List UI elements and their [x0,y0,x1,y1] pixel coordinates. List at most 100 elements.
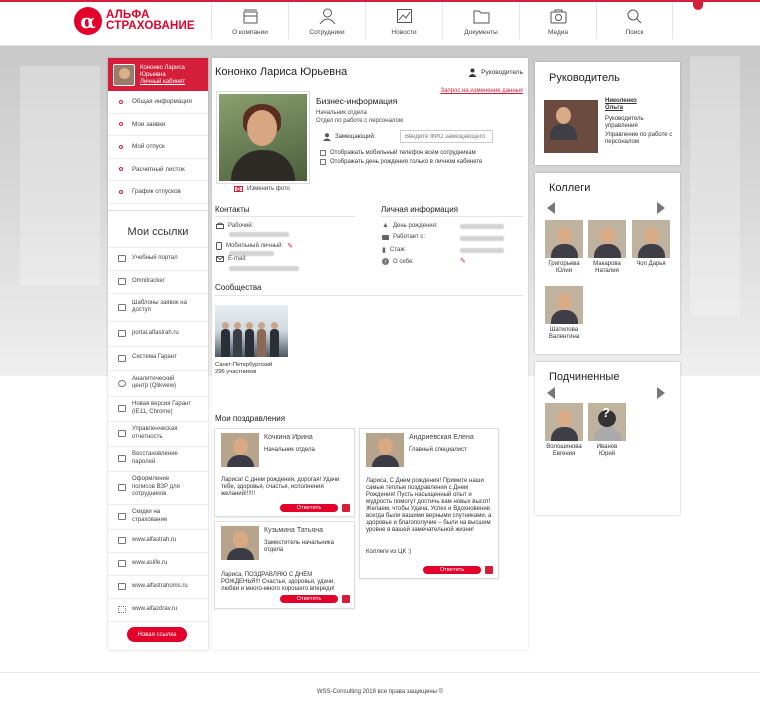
divider [215,295,523,296]
deputy-input[interactable] [400,130,493,143]
link-item[interactable]: Учебный портал [108,248,208,271]
greeting-card: Андриевская Елена Главный специалист Лар… [359,428,499,579]
avatar[interactable] [544,100,598,153]
nav-about[interactable]: О компании [211,2,288,39]
link-item[interactable]: Omnitracker [108,271,208,294]
checkbox[interactable] [320,159,326,165]
new-link-button[interactable]: Новая ссылка [127,627,187,642]
manager-name[interactable]: Ольга [605,105,677,112]
request-change-link[interactable]: Запрос на изменение данных [440,88,523,94]
trash-icon[interactable] [485,566,493,574]
monitor-icon [118,303,126,311]
link-item[interactable]: Аналитический центр (Qlikview) [108,371,208,397]
chart-icon: ▮ [382,247,386,254]
divider [215,216,355,217]
link-item[interactable]: Восстановление паролей [108,447,208,472]
greeting-author[interactable]: Кузьмина Татьяна [264,527,323,534]
deputy-label: Замещающий: [323,133,376,141]
link-item[interactable]: www.alfastrah.ru [108,530,208,553]
page-title: Кононко Лариса Юрьевна [215,66,348,78]
link-item[interactable]: Новая версия Гарант (IE11, Chrome) [108,397,208,422]
experience-field: ▮ Стаж: [382,247,406,254]
profile-photo [219,94,307,181]
trash-icon[interactable] [342,595,350,603]
nav-documents[interactable]: Документы [442,2,519,39]
sidebar-item-payslip[interactable]: Расчетный листок [108,159,208,181]
bullet-icon [119,189,123,194]
sidebar-item-general-info[interactable]: Общая информация [108,91,208,114]
birthday-field: ▲ День рождения: [382,222,438,229]
colleague-card[interactable]: Шатилова Валентина [542,286,586,341]
footer: WSS-Consulting 2018 все права защищены © [0,672,760,711]
link-item[interactable]: www.aslife.ru [108,553,208,576]
manager-department: Управление по работе с персоналом [605,132,673,146]
manager-name[interactable]: Николенко [605,98,677,105]
checkbox[interactable] [320,150,326,156]
nav-search[interactable]: Поиск [596,2,673,39]
phone-icon [216,222,224,229]
link-item[interactable]: Оформление полисов ВЗР для сотрудников [108,472,208,505]
monitor-icon [118,354,126,362]
company-logo[interactable]: α АЛЬФА СТРАХОВАНИЕ [74,6,195,36]
community-name[interactable]: Санкт-Петербургский [215,362,272,369]
colleague-card[interactable]: Григорьева Юлия [542,220,586,275]
avatar [545,403,583,441]
sidebar-item-my-vacation[interactable]: Мой отпуск [108,136,208,159]
news-icon [396,9,412,23]
main-nav: О компании Сотрудники Новости Документы … [211,2,673,39]
link-item[interactable]: portal.alfastrah.ru [108,322,208,347]
about-field: i О себе: [382,258,414,265]
link-item[interactable]: www.alfastrahoms.ru [108,576,208,599]
role-tag: Руководитель [468,68,523,77]
arrow-left-icon[interactable] [547,387,555,399]
community-image[interactable] [215,305,288,357]
change-photo-link[interactable]: Изменить фото [234,185,290,192]
arrow-right-icon[interactable] [657,202,665,214]
birthday-cabinet-checkbox[interactable]: Отображать день рождения только в личном… [320,159,482,165]
link-item[interactable]: Скидки на страхование [108,505,208,530]
colleague-card[interactable]: Макарова Наталия [585,220,629,275]
reply-button[interactable]: Ответить [423,566,481,574]
notification-tab-icon[interactable] [693,2,703,10]
link-item[interactable]: www.alfazdrav.ru [108,599,208,622]
nav-employees[interactable]: Сотрудники [288,2,365,39]
trash-icon[interactable] [342,504,350,512]
my-links-title: Мои ссылки [108,209,208,247]
subordinate-card[interactable]: Волошинова Евгения [542,403,586,458]
sidebar-item-my-requests[interactable]: Мои заявки [108,114,208,136]
link-item[interactable]: Управленческая отчетность [108,422,208,447]
business-info-title: Бизнес-информация [316,96,398,106]
link-item[interactable]: Система Гарант [108,347,208,371]
greeting-card: Кочкина Ирина Начальник отдела Лариса! С… [214,428,355,517]
avatar[interactable] [113,63,135,86]
reply-button[interactable]: Ответить [280,595,338,603]
manager-role: Руководитель управления [605,115,644,129]
left-sidebar: Кононко Лариса Юрьевна Личный кабинет Об… [108,58,208,650]
arrow-left-icon[interactable] [547,202,555,214]
nav-news[interactable]: Новости [365,2,442,39]
colleague-card[interactable]: Чоп Дарья [629,220,673,268]
greeting-author-role: Главный специалист [409,447,467,453]
sidebar-item-vacation-schedule[interactable]: График отпусков [108,181,208,204]
cabinet-link[interactable]: Личный кабинет [140,79,185,85]
edit-pencil-icon[interactable]: ✎ [287,242,293,250]
reply-button[interactable]: Ответить [280,504,338,512]
monitor-icon [118,537,126,544]
work-phone-field: Рабочий: [216,222,253,229]
arrow-right-icon[interactable] [657,387,665,399]
bullet-icon [119,99,123,104]
subordinate-card[interactable]: ? Иванов Юрий [585,403,629,458]
colleagues-title: Коллеги [549,182,591,194]
info-icon: i [382,258,389,265]
edit-pencil-icon[interactable]: ✎ [460,257,466,265]
my-links-list: Учебный портал Omnitracker Шаблоны заяво… [108,246,208,622]
mobile-icon [216,242,222,250]
greeting-author[interactable]: Кочкина Ирина [264,434,313,441]
nav-media[interactable]: Медиа [519,2,596,39]
camera-icon [550,9,566,24]
show-mobile-checkbox[interactable]: Отображать мобильный телефон всем сотруд… [320,150,476,156]
greeting-card: Кузьмина Татьяна Заместитель начальника … [214,521,355,609]
top-header: α АЛЬФА СТРАХОВАНИЕ О компании Сотрудник… [0,0,760,46]
greeting-author[interactable]: Андриевская Елена [409,434,474,441]
link-item[interactable]: Шаблоны заявок на доступ [108,294,208,322]
